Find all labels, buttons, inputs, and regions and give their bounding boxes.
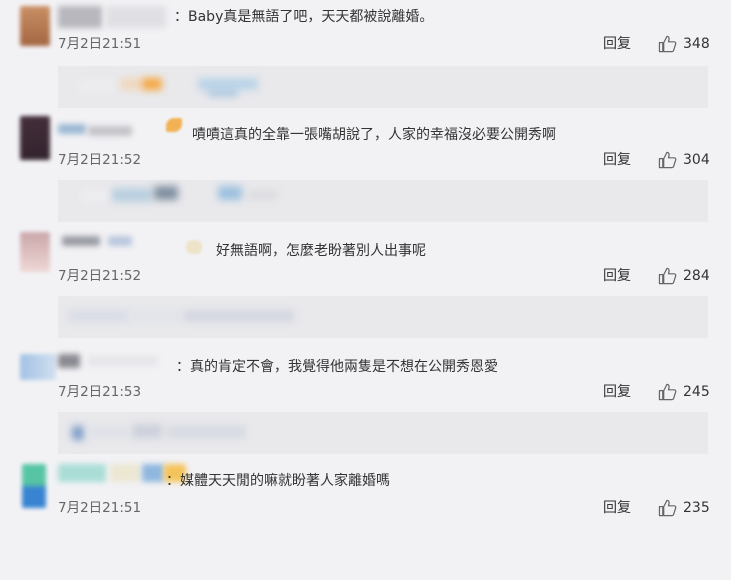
like-button[interactable]: 304 [658, 150, 710, 170]
username-blurred[interactable] [58, 232, 176, 254]
reply-preview[interactable] [58, 412, 708, 454]
username-blurred[interactable] [58, 350, 176, 372]
thumbs-up-icon [658, 383, 677, 401]
avatar[interactable] [20, 354, 56, 380]
comment-item: ：Baby真是無語了吧，天天都被說離婚。 7月2日21:51 回复 348 [0, 6, 731, 122]
avatar[interactable] [20, 116, 50, 160]
reply-button[interactable]: 回复 [603, 268, 631, 284]
comment-time: 7月2日21:51 [58, 500, 142, 516]
reply-preview[interactable] [58, 180, 708, 222]
comment-text: ：Baby真是無語了吧，天天都被說離婚。 [174, 9, 434, 25]
comment-text: ：媒體天天閒的嘛就盼著人家離婚嗎 [166, 473, 390, 489]
like-count: 304 [683, 152, 710, 168]
thumbs-up-icon [658, 151, 677, 169]
like-button[interactable]: 245 [658, 382, 710, 402]
username-blurred[interactable] [58, 116, 176, 138]
comment-item: ：媒體天天閒的嘛就盼著人家離婚嗎 7月2日21:51 回复 235 [0, 464, 731, 580]
reply-button[interactable]: 回复 [603, 152, 631, 168]
thumbs-up-icon [658, 499, 677, 517]
comment-item: ：真的肯定不會，我覺得他兩隻是不想在公開秀恩愛 7月2日21:53 回复 245 [0, 350, 731, 466]
username-blurred[interactable] [58, 464, 186, 486]
like-count: 284 [683, 268, 710, 284]
reply-button[interactable]: 回复 [603, 500, 631, 516]
like-count: 348 [683, 36, 710, 52]
comment-item: 好無語啊，怎麼老盼著別人出事呢 7月2日21:52 回复 284 [0, 232, 731, 348]
reply-preview[interactable] [58, 296, 708, 338]
sticker-icon [166, 118, 182, 132]
comment-item: 嘖嘖這真的全靠一張嘴胡說了，人家的幸福沒必要公開秀啊 7月2日21:52 回复 … [0, 116, 731, 232]
reply-preview[interactable] [58, 66, 708, 108]
comment-time: 7月2日21:51 [58, 36, 142, 52]
comment-time: 7月2日21:52 [58, 268, 142, 284]
like-button[interactable]: 235 [658, 498, 710, 518]
like-button[interactable]: 348 [658, 34, 710, 54]
comment-time: 7月2日21:53 [58, 384, 142, 400]
thumbs-up-icon [658, 267, 677, 285]
reply-button[interactable]: 回复 [603, 384, 631, 400]
comment-time: 7月2日21:52 [58, 152, 142, 168]
comment-text: 好無語啊，怎麼老盼著別人出事呢 [216, 243, 426, 259]
avatar[interactable] [22, 464, 46, 508]
sticker-icon [186, 240, 202, 254]
reply-button[interactable]: 回复 [603, 36, 631, 52]
thumbs-up-icon [658, 35, 677, 53]
like-count: 235 [683, 500, 710, 516]
avatar[interactable] [20, 6, 50, 46]
like-count: 245 [683, 384, 710, 400]
comment-text: 嘖嘖這真的全靠一張嘴胡說了，人家的幸福沒必要公開秀啊 [192, 127, 556, 143]
comment-text: ：真的肯定不會，我覺得他兩隻是不想在公開秀恩愛 [176, 359, 498, 375]
avatar[interactable] [20, 232, 50, 272]
username-blurred[interactable] [58, 6, 176, 28]
like-button[interactable]: 284 [658, 266, 710, 286]
